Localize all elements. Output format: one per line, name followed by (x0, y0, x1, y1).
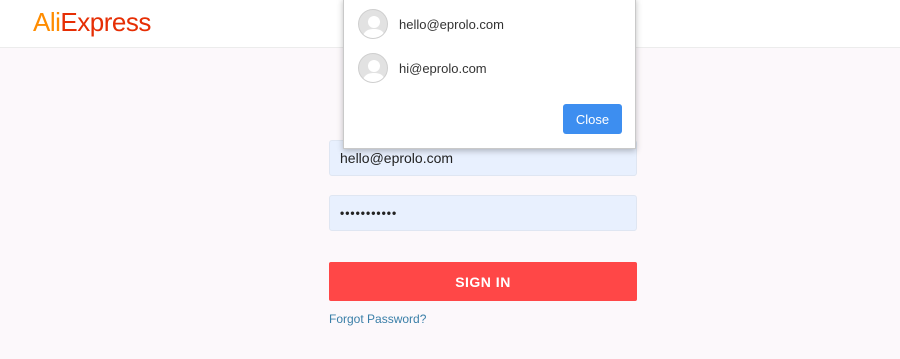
saved-accounts-popup: hello@eprolo.com hi@eprolo.com Close (343, 0, 636, 149)
logo-ali-text: Ali (33, 7, 61, 37)
avatar-icon (358, 9, 388, 39)
sign-in-button[interactable]: SIGN IN (329, 262, 637, 301)
logo-express-text: Express (60, 7, 151, 37)
saved-account-item[interactable]: hi@eprolo.com (358, 53, 618, 85)
aliexpress-logo[interactable]: AliExpress (33, 7, 151, 38)
avatar-icon (358, 53, 388, 83)
saved-account-item[interactable]: hello@eprolo.com (358, 9, 618, 41)
close-button[interactable]: Close (563, 104, 622, 134)
forgot-password-link[interactable]: Forgot Password? (329, 312, 426, 326)
account-email: hi@eprolo.com (399, 61, 487, 76)
account-email: hello@eprolo.com (399, 17, 504, 32)
password-field[interactable] (329, 195, 637, 231)
